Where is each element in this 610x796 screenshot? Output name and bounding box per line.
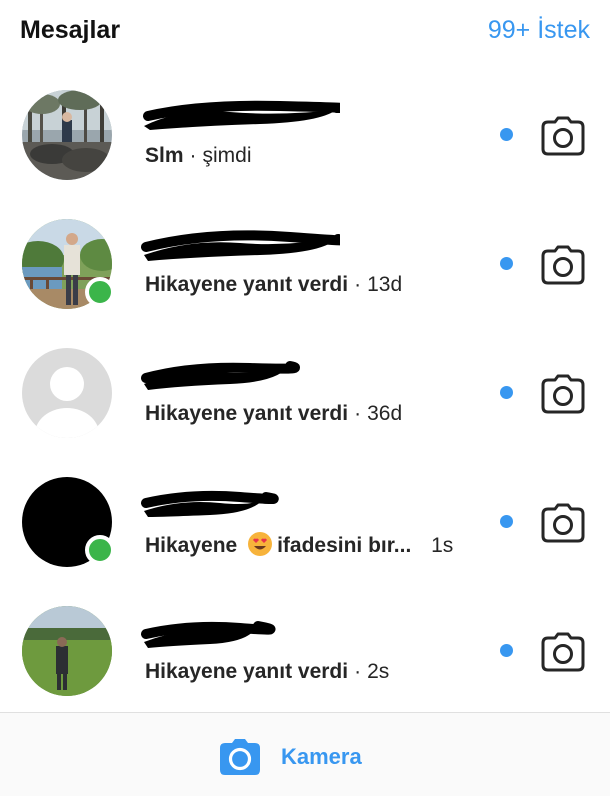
conversation-row[interactable]: Hikayene yanıt verdi · 36d [0,322,610,451]
message-preview: Slm · şimdi [145,144,252,168]
conversation-row[interactable]: Slm · şimdi [0,64,610,193]
open-camera-button[interactable]: Kamera [218,737,362,777]
redacted-username [140,616,340,650]
separator-dot: · [354,402,362,425]
separator-dot: · [189,144,197,167]
camera-icon[interactable] [541,503,585,543]
message-time: 1s [431,534,454,557]
message-preview: Hikayene ifadesini bır... 1s [145,531,453,558]
avatar[interactable] [22,90,112,180]
message-requests-link[interactable]: 99+ İstek [488,16,590,45]
bottom-bar: Kamera [0,712,610,796]
separator-dot: · [354,273,362,296]
message-time: 2s [367,660,390,683]
camera-icon[interactable] [541,632,585,672]
message-text: Hikayene yanıt verdi [145,660,349,683]
unread-indicator [500,386,513,399]
camera-icon [220,739,260,775]
conversation-row[interactable]: Hikayene ifadesini bır... 1s [0,451,610,580]
avatar[interactable] [22,219,115,309]
message-time: 36d [367,402,403,425]
redacted-username [140,487,340,521]
redacted-username [140,229,340,263]
message-preview: Hikayene yanıt verdi · 13d [145,273,402,297]
avatar-photo [22,606,112,696]
camera-icon[interactable] [541,116,585,156]
avatar[interactable] [22,606,112,696]
online-status-indicator [85,535,115,565]
page-title: Mesajlar [20,16,121,44]
conversation-row[interactable]: Hikayene yanıt verdi · 13d [0,193,610,322]
message-text-start: Hikayene [145,534,238,557]
camera-icon[interactable] [541,245,585,285]
message-text: Hikayene yanıt verdi [145,273,349,296]
default-avatar-icon [22,348,112,438]
top-header: Mesajlar 99+ İstek [0,0,610,64]
heart-eyes-emoji-icon [247,531,273,557]
avatar[interactable] [22,477,115,567]
conversation-list: Slm · şimdi Hikayene yanıt verdi · 13d H… [0,64,610,709]
redacted-username [140,358,340,392]
camera-label: Kamera [281,744,362,769]
online-status-indicator [85,277,115,307]
avatar-photo [22,90,112,180]
unread-indicator [500,257,513,270]
camera-icon[interactable] [541,374,585,414]
unread-indicator [500,128,513,141]
message-text-end: ifadesini bır... [277,534,412,557]
separator-dot: · [354,660,362,683]
redacted-username [140,100,340,134]
message-time: 13d [367,273,403,296]
message-time: şimdi [202,144,252,167]
message-preview: Hikayene yanıt verdi · 36d [145,402,402,426]
conversation-row[interactable]: Hikayene yanıt verdi · 2s [0,580,610,709]
unread-indicator [500,644,513,657]
message-text: Hikayene yanıt verdi [145,402,349,425]
message-text: Slm [145,144,184,167]
avatar[interactable] [22,348,112,438]
unread-indicator [500,515,513,528]
message-preview: Hikayene yanıt verdi · 2s [145,660,389,684]
